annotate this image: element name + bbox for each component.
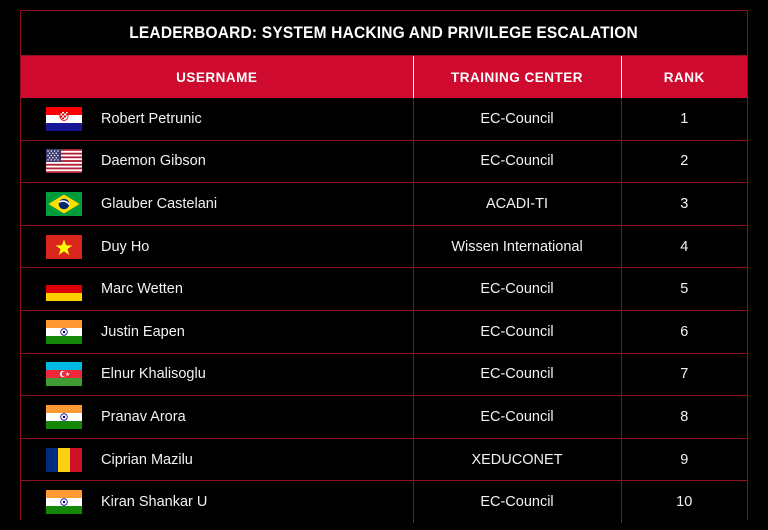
username-group: Kiran Shankar U [21, 490, 413, 515]
table-row[interactable]: Kiran Shankar U EC-Council 10 [21, 480, 747, 523]
cell-username: Justin Eapen [21, 309, 414, 354]
username-group: Duy Ho [21, 234, 413, 259]
cell-training-center: EC-Council [413, 352, 622, 396]
username-group: Justin Eapen [21, 319, 413, 344]
table-row[interactable]: Robert Petrunic EC-Council 1 [21, 98, 747, 141]
table-row[interactable]: Daemon Gibson EC-Council 2 [21, 139, 747, 183]
cell-username: Ciprian Mazilu [21, 437, 414, 481]
cell-training-center: EC-Council [413, 480, 622, 523]
cell-rank: 1 [621, 98, 747, 141]
username-label: Robert Petrunic [101, 110, 202, 127]
username-label: Marc Wetten [101, 281, 183, 298]
username-group: Elnur Khalisoglu [21, 362, 413, 387]
cell-rank: 9 [621, 437, 747, 481]
cell-rank: 5 [621, 267, 747, 311]
cell-rank: 3 [621, 182, 747, 226]
table-header: USERNAME TRAINING CENTER RANK [21, 56, 747, 98]
username-label: Pranav Arora [101, 408, 186, 425]
cell-username: Marc Wetten [21, 267, 414, 311]
cell-username: Pranav Arora [21, 395, 414, 439]
cell-username: Glauber Castelani [21, 182, 414, 226]
cell-training-center: XEDUCONET [413, 437, 622, 481]
table-header-row: USERNAME TRAINING CENTER RANK [21, 56, 747, 98]
flag-vietnam-icon [46, 234, 82, 259]
leaderboard-panel: LEADERBOARD: SYSTEM HACKING AND PRIVILEG… [20, 10, 748, 523]
flag-india-icon [46, 404, 82, 429]
page-title: LEADERBOARD: SYSTEM HACKING AND PRIVILEG… [129, 23, 639, 42]
username-label: Duy Ho [101, 238, 150, 255]
username-label: Glauber Castelani [101, 195, 218, 212]
cell-rank: 8 [621, 395, 747, 439]
username-group: Marc Wetten [21, 277, 413, 302]
flag-india-icon [46, 319, 82, 344]
username-group: Pranav Arora [21, 404, 413, 429]
flag-romania-icon [46, 447, 82, 472]
cell-training-center: Wissen International [413, 224, 622, 268]
cell-username: Kiran Shankar U [21, 480, 414, 523]
table-row[interactable]: Ciprian Mazilu XEDUCONET 9 [21, 437, 747, 481]
flag-azerbaijan-icon [46, 362, 82, 387]
username-label: Kiran Shankar U [101, 494, 208, 511]
flag-usa-icon [46, 149, 82, 174]
cell-username: Duy Ho [21, 224, 414, 268]
username-group: Glauber Castelani [21, 191, 413, 216]
username-group: Robert Petrunic [21, 106, 413, 131]
cell-rank: 10 [621, 480, 747, 523]
cell-username: Daemon Gibson [21, 139, 414, 183]
cell-training-center: ACADI-TI [413, 182, 622, 226]
username-label: Daemon Gibson [101, 153, 206, 170]
cell-training-center: EC-Council [413, 309, 622, 354]
column-header-rank[interactable]: RANK [621, 56, 747, 98]
cell-training-center: EC-Council [413, 98, 622, 141]
cell-training-center: EC-Council [413, 395, 622, 439]
cell-rank: 7 [621, 352, 747, 396]
flag-brazil-icon [46, 191, 82, 216]
cell-rank: 2 [621, 139, 747, 183]
leaderboard-title-bar: LEADERBOARD: SYSTEM HACKING AND PRIVILEG… [21, 11, 747, 56]
table-row[interactable]: Elnur Khalisoglu EC-Council 7 [21, 352, 747, 396]
column-header-username[interactable]: USERNAME [21, 56, 414, 98]
flag-croatia-icon [46, 106, 82, 131]
column-header-training-center[interactable]: TRAINING CENTER [413, 56, 622, 98]
table-row[interactable]: Duy Ho Wissen International 4 [21, 224, 747, 268]
table-row[interactable]: Pranav Arora EC-Council 8 [21, 395, 747, 439]
flag-germany-icon [46, 277, 82, 302]
username-label: Justin Eapen [101, 323, 185, 340]
username-label: Elnur Khalisoglu [101, 366, 206, 383]
leaderboard-table: USERNAME TRAINING CENTER RANK Robert Pet… [21, 56, 747, 523]
cell-rank: 6 [621, 309, 747, 354]
username-group: Daemon Gibson [21, 149, 413, 174]
cell-username: Elnur Khalisoglu [21, 352, 414, 396]
username-label: Ciprian Mazilu [101, 451, 193, 468]
flag-india-icon [46, 490, 82, 515]
table-row[interactable]: Justin Eapen EC-Council 6 [21, 309, 747, 354]
cell-training-center: EC-Council [413, 267, 622, 311]
cell-rank: 4 [621, 224, 747, 268]
table-row[interactable]: Marc Wetten EC-Council 5 [21, 267, 747, 311]
username-group: Ciprian Mazilu [21, 447, 413, 472]
table-row[interactable]: Glauber Castelani ACADI-TI 3 [21, 182, 747, 226]
cell-username: Robert Petrunic [21, 98, 414, 141]
table-body: Robert Petrunic EC-Council 1 Daemon Gibson… [21, 98, 747, 523]
cell-training-center: EC-Council [413, 139, 622, 183]
